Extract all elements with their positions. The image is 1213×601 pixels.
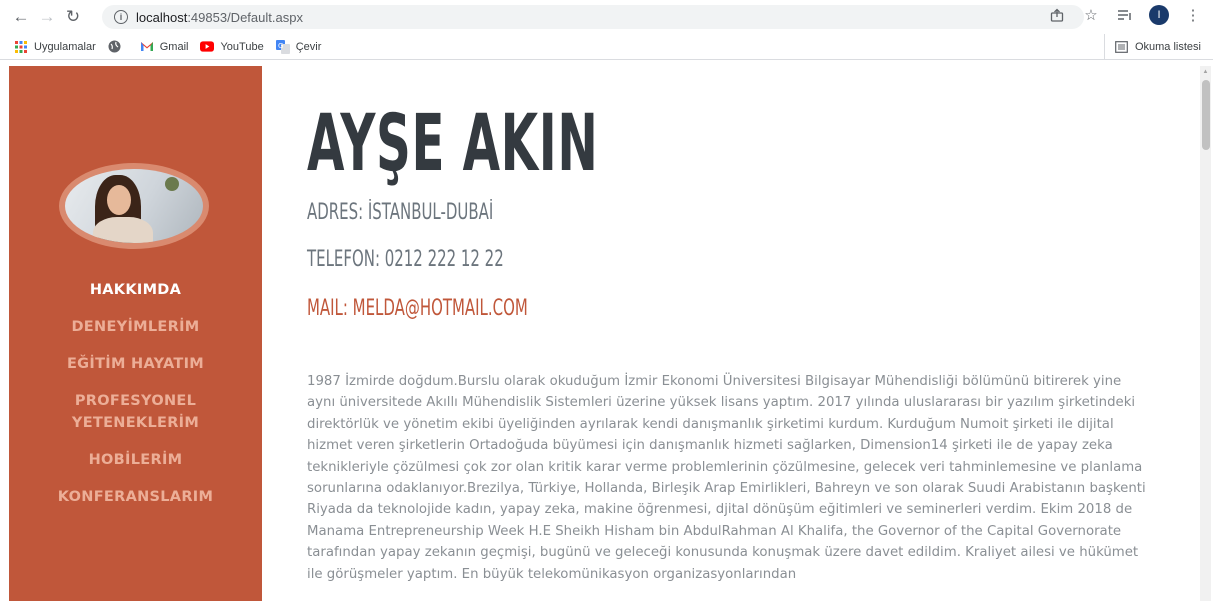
- back-arrow-icon[interactable]: ←: [8, 4, 34, 30]
- bookmarks-bar: Uygulamalar Gmail YouTube G Çevir Okuma …: [0, 34, 1213, 60]
- phone-text: TELEFON: 0212 222 12 22: [307, 247, 504, 272]
- kebab-menu-icon[interactable]: ⋮: [1183, 5, 1203, 25]
- bookmark-label: Uygulamalar: [34, 40, 96, 53]
- apps-grid-icon: [14, 40, 28, 54]
- bookmark-youtube[interactable]: YouTube: [200, 40, 264, 54]
- bookmark-translate[interactable]: G Çevir: [275, 39, 322, 54]
- scroll-up-icon[interactable]: ▲: [1200, 66, 1211, 78]
- mail-link[interactable]: MAIL: MELDA@HOTMAIL.COM: [307, 296, 528, 322]
- reading-list-button[interactable]: Okuma listesi: [1103, 34, 1201, 60]
- globe-icon: [108, 40, 122, 54]
- nav-label-line1: PROFESYONEL: [74, 393, 197, 409]
- scroll-thumb[interactable]: [1202, 80, 1210, 150]
- youtube-icon: [200, 40, 215, 54]
- page-scrollbar[interactable]: ▲: [1200, 66, 1211, 601]
- browser-toolbar: ← → ↻ i localhost:49853/Default.aspx ☆ I…: [0, 0, 1213, 34]
- bookmark-star-icon[interactable]: ☆: [1081, 5, 1101, 25]
- profile-photo: [59, 163, 209, 249]
- address-bar[interactable]: i localhost:49853/Default.aspx: [102, 5, 1084, 29]
- forward-arrow-icon[interactable]: →: [34, 4, 60, 30]
- page-viewport: HAKKIMDA DENEYİMLERİM EĞİTİM HAYATIM PRO…: [0, 60, 1213, 601]
- reload-icon[interactable]: ↻: [60, 4, 86, 30]
- address-text: ADRES: İSTANBUL-DUBAİ: [307, 200, 494, 225]
- share-icon[interactable]: [1047, 5, 1067, 25]
- bookmark-label: YouTube: [220, 40, 264, 53]
- gmail-icon: [140, 40, 154, 54]
- nav-egitim-hayatim[interactable]: EĞİTİM HAYATIM: [9, 353, 262, 375]
- site-info-icon[interactable]: i: [114, 10, 128, 24]
- url-text: localhost:49853/Default.aspx: [136, 10, 303, 25]
- bookmark-label: Çevir: [295, 40, 322, 53]
- nav-konferanslarim[interactable]: KONFERANSLARIM: [9, 486, 262, 508]
- bookmark-gmail[interactable]: Gmail: [140, 40, 189, 54]
- sidebar: HAKKIMDA DENEYİMLERİM EĞİTİM HAYATIM PRO…: [9, 66, 262, 601]
- nav-profesyonel-yeteneklerim[interactable]: PROFESYONEL YETENEKLERİM: [9, 390, 262, 434]
- bookmark-globe[interactable]: [108, 40, 128, 54]
- media-queue-icon[interactable]: [1115, 5, 1135, 25]
- svg-text:G: G: [278, 42, 283, 50]
- main-content: AYŞE AKIN ADRES: İSTANBUL-DUBAİ TELEFON:…: [307, 60, 1187, 601]
- nav-hobilerim[interactable]: HOBİLERİM: [9, 449, 262, 471]
- bookmark-apps[interactable]: Uygulamalar: [14, 40, 96, 54]
- reading-list-icon: [1115, 40, 1129, 54]
- nav-label-line2: YETENEKLERİM: [71, 415, 200, 431]
- profile-avatar[interactable]: I: [1149, 5, 1169, 25]
- sidebar-menu: HAKKIMDA DENEYİMLERİM EĞİTİM HAYATIM PRO…: [9, 279, 262, 523]
- url-host: localhost: [136, 9, 188, 25]
- person-name: AYŞE AKIN: [307, 99, 599, 189]
- bookmark-label: Gmail: [159, 40, 189, 53]
- nav-deneyimlerim[interactable]: DENEYİMLERİM: [9, 316, 262, 338]
- reading-list-label: Okuma listesi: [1134, 41, 1201, 53]
- url-path: :49853/Default.aspx: [187, 9, 303, 25]
- nav-hakkimda[interactable]: HAKKIMDA: [9, 279, 262, 301]
- bio-paragraph: 1987 İzmirde doğdum.Burslu olarak okuduğ…: [307, 374, 1146, 582]
- translate-icon: G: [275, 39, 290, 54]
